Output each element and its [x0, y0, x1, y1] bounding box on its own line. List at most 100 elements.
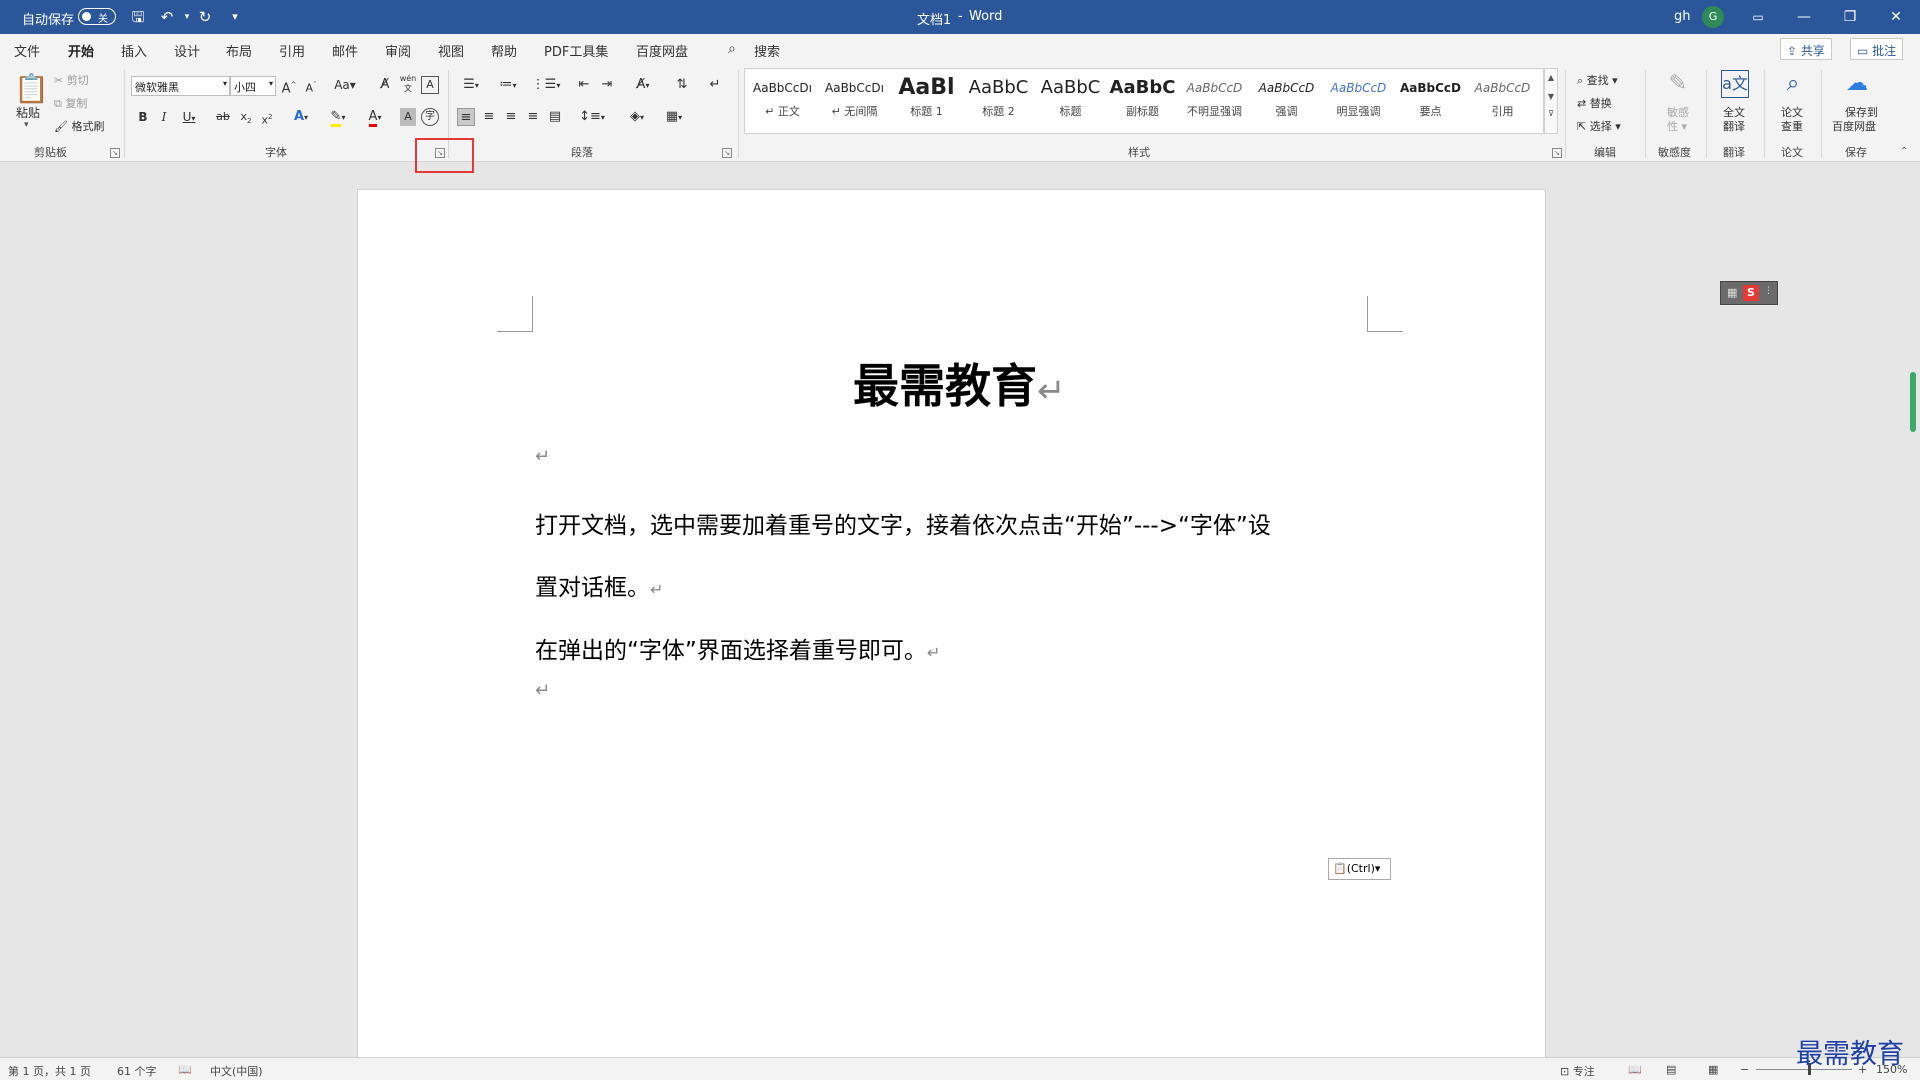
copy-button[interactable]: ⧉ 复制: [54, 95, 87, 111]
vertical-scrollbar[interactable]: [1910, 372, 1916, 432]
sort-icon[interactable]: ⇅: [673, 76, 691, 94]
language[interactable]: 中文(中国): [210, 1063, 263, 1079]
paragraph-text[interactable]: 打开文档，选中需要加着重号的文字，接着依次点击“开始”--->“字体”设: [535, 506, 1271, 540]
font-family-select[interactable]: 微软雅黑 ▾: [131, 76, 230, 96]
toolbar-menu-icon[interactable]: ⋮: [1764, 286, 1773, 296]
bold-icon[interactable]: B: [135, 108, 151, 126]
share-button[interactable]: ⇪ 共享: [1780, 38, 1832, 60]
decrease-indent-icon[interactable]: ⇤: [575, 76, 593, 94]
style-intense-emphasis[interactable]: AaBbCcD 明显强调: [1323, 73, 1394, 131]
tab-view[interactable]: 视图: [438, 41, 464, 60]
tab-home[interactable]: 开始: [68, 41, 95, 67]
italic-icon[interactable]: I: [156, 108, 172, 126]
justify-icon[interactable]: ≡: [524, 108, 542, 126]
zoom-out-icon[interactable]: −: [1740, 1063, 1749, 1076]
close-icon[interactable]: ✕: [1873, 4, 1919, 30]
cut-button[interactable]: ✂ 剪切: [54, 72, 89, 88]
font-size-select[interactable]: 小四 ▾: [230, 76, 276, 96]
tab-pdf-tools[interactable]: PDF工具集: [544, 41, 608, 60]
shrink-font-icon[interactable]: Aˇ: [302, 76, 320, 95]
paragraph-launcher-icon[interactable]: ↘: [722, 148, 732, 158]
style-strong[interactable]: AaBbCcD 要点: [1395, 73, 1466, 131]
line-spacing-icon[interactable]: ↕≡▾: [577, 108, 607, 126]
underline-icon[interactable]: U▾: [177, 108, 201, 126]
print-layout-icon[interactable]: ▤: [1666, 1063, 1676, 1076]
document-page[interactable]: 最需教育↵ ↵ 打开文档，选中需要加着重号的文字，接着依次点击“开始”--->“…: [357, 189, 1546, 1080]
document-title[interactable]: 最需教育↵: [853, 350, 1066, 416]
tab-help[interactable]: 帮助: [491, 41, 517, 60]
change-case-icon[interactable]: Aa▾: [330, 76, 360, 94]
style-heading-2[interactable]: AaBbC 标题 2: [963, 73, 1034, 131]
keyboard-icon[interactable]: ▦: [1727, 286, 1737, 299]
baidu-netdisk-icon[interactable]: ☁: [1843, 70, 1871, 98]
paste-button[interactable]: 粘贴: [16, 104, 40, 121]
search-label[interactable]: 搜索: [754, 41, 780, 60]
focus-mode-button[interactable]: ⊡ 专注: [1560, 1063, 1595, 1079]
paste-dropdown-icon[interactable]: ▾: [24, 120, 29, 130]
tab-references[interactable]: 引用: [279, 41, 305, 60]
enclose-characters-icon[interactable]: 字: [421, 108, 439, 126]
align-right-icon[interactable]: ≡: [502, 108, 520, 126]
tab-layout[interactable]: 布局: [226, 41, 252, 60]
paragraph-text[interactable]: 置对话框。↵: [535, 568, 663, 602]
style-heading-1[interactable]: AaBl 标题 1: [891, 73, 962, 131]
ribbon-display-icon[interactable]: ▭: [1735, 4, 1781, 30]
style-normal[interactable]: AaBbCcDı ↵ 正文: [747, 73, 818, 131]
sensitivity-button[interactable]: 性 ▾: [1667, 118, 1687, 134]
subscript-icon[interactable]: x2: [238, 108, 254, 126]
find-button[interactable]: ⌕ 查找 ▾: [1577, 72, 1618, 88]
clipboard-launcher-icon[interactable]: ↘: [110, 148, 120, 158]
align-left-icon[interactable]: ≡: [457, 108, 475, 126]
autosave-toggle[interactable]: 关: [78, 8, 116, 25]
collapse-ribbon-icon[interactable]: ⌃: [1900, 146, 1908, 157]
search-icon[interactable]: ⌕: [728, 41, 736, 57]
show-marks-icon[interactable]: ↵: [706, 76, 724, 94]
tab-mailings[interactable]: 邮件: [332, 41, 358, 60]
paper-check-icon[interactable]: ⌕: [1779, 70, 1807, 98]
sensitivity-icon[interactable]: ✎: [1665, 70, 1691, 98]
comments-button[interactable]: ▭ 批注: [1850, 38, 1904, 60]
styles-scroll[interactable]: ▲ ▼ ⊽: [1544, 68, 1558, 134]
style-emphasis[interactable]: AaBbCcD 强调: [1251, 73, 1322, 131]
clear-formatting-icon[interactable]: A̸: [376, 76, 394, 94]
style-quote[interactable]: AaBbCcD 引用: [1467, 73, 1538, 131]
text-effects-icon[interactable]: A▾: [288, 108, 314, 126]
tab-insert[interactable]: 插入: [121, 41, 147, 60]
paragraph-text[interactable]: 在弹出的“字体”界面选择着重号即可。↵: [535, 631, 940, 665]
translate-icon[interactable]: a文: [1721, 70, 1749, 98]
styles-launcher-icon[interactable]: ↘: [1552, 148, 1562, 158]
highlight-color-icon[interactable]: ✎▾: [324, 108, 352, 127]
word-count[interactable]: 61 个字: [117, 1063, 157, 1079]
minimize-icon[interactable]: —: [1781, 4, 1827, 30]
input-method-toolbar[interactable]: ▦ S ⋮: [1720, 281, 1778, 305]
user-name[interactable]: gh: [1674, 9, 1691, 24]
sogou-icon[interactable]: S: [1743, 285, 1759, 301]
style-title[interactable]: AaBbC 标题: [1035, 73, 1106, 131]
style-subtitle[interactable]: AaBbC 副标题: [1107, 73, 1178, 131]
page-count[interactable]: 第 1 页，共 1 页: [8, 1063, 91, 1079]
redo-icon[interactable]: ↻: [196, 8, 214, 26]
undo-dropdown-icon[interactable]: ▾: [178, 8, 196, 26]
tab-baidu-netdisk[interactable]: 百度网盘: [636, 41, 688, 60]
save-icon[interactable]: 🖫: [129, 8, 147, 26]
font-color-icon[interactable]: A▾: [362, 108, 388, 127]
tab-design[interactable]: 设计: [174, 41, 200, 60]
paste-icon[interactable]: 📋: [14, 72, 49, 106]
numbering-icon[interactable]: ≔▾: [493, 76, 523, 94]
read-mode-icon[interactable]: 📖: [1628, 1063, 1642, 1076]
avatar[interactable]: G: [1702, 6, 1724, 28]
undo-icon[interactable]: ↶: [158, 8, 176, 26]
multilevel-list-icon[interactable]: ⋮☰▾: [531, 76, 561, 94]
align-center-icon[interactable]: ≡: [480, 108, 498, 126]
asian-layout-icon[interactable]: A̸▾: [628, 76, 658, 94]
style-no-spacing[interactable]: AaBbCcDı ↵ 无间隔: [819, 73, 890, 131]
superscript-icon[interactable]: x2: [259, 108, 275, 127]
replace-button[interactable]: ⇄ 替换: [1577, 95, 1612, 111]
web-layout-icon[interactable]: ▦: [1708, 1063, 1718, 1076]
character-border-icon[interactable]: A: [421, 76, 439, 94]
customize-qat-icon[interactable]: ▾: [226, 8, 244, 26]
bullets-icon[interactable]: ☰▾: [456, 76, 486, 94]
character-shading-icon[interactable]: A: [400, 108, 416, 126]
grow-font-icon[interactable]: A^: [280, 76, 298, 96]
strikethrough-icon[interactable]: ab: [213, 108, 233, 126]
